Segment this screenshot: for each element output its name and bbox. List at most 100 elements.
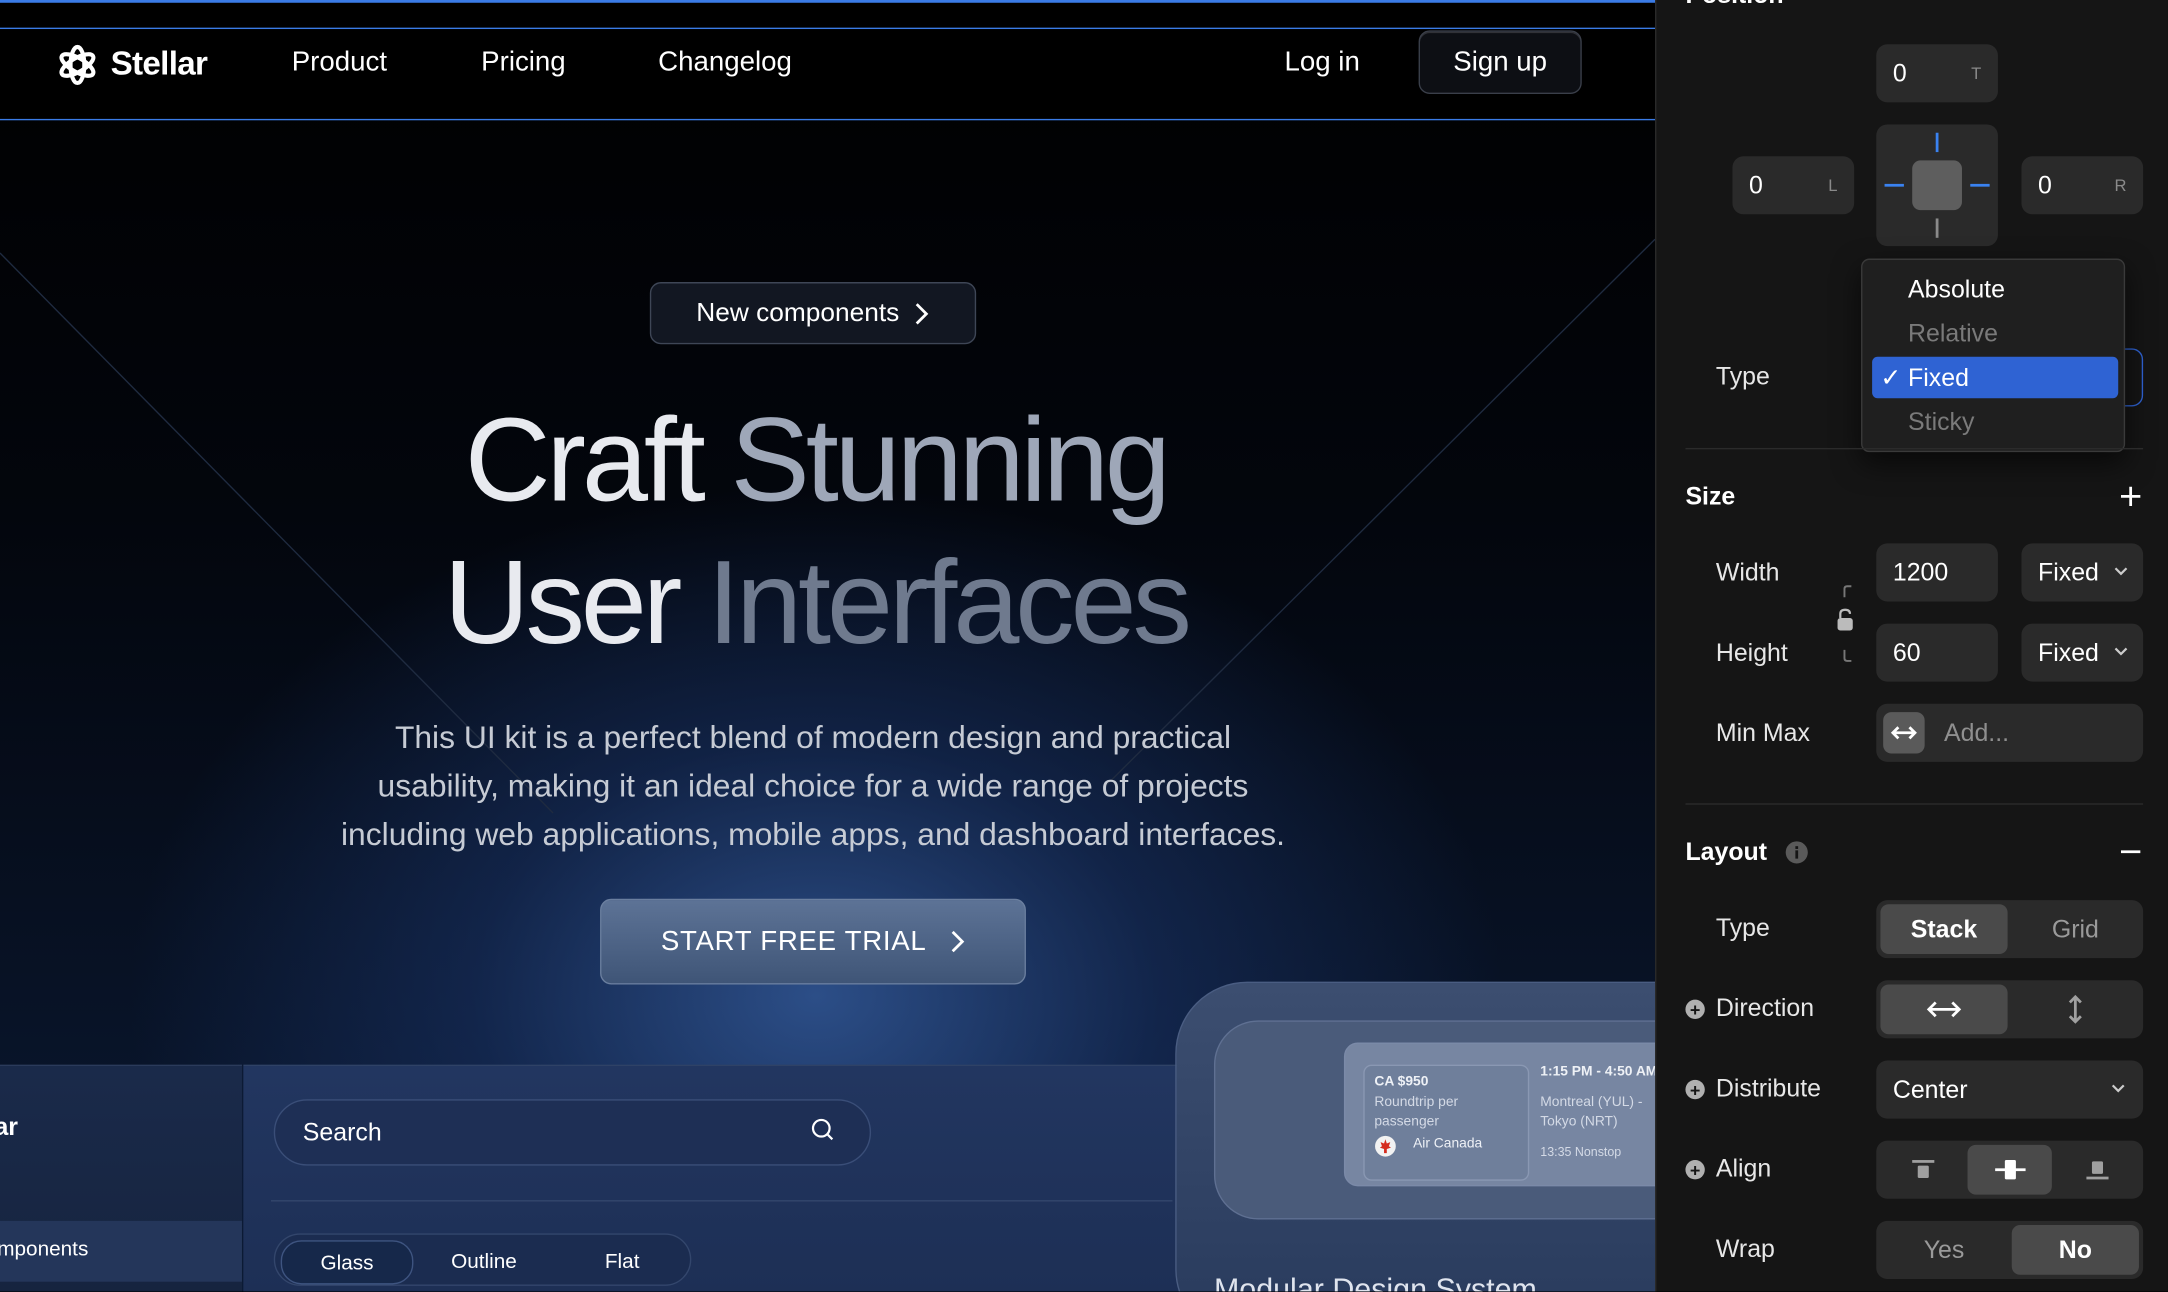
hero-word: Interfaces	[707, 536, 1192, 670]
style-option-outline[interactable]: Outline	[419, 1240, 549, 1281]
dropdown-option-fixed[interactable]: ✓ Fixed	[1872, 356, 2119, 399]
align-center[interactable]	[1967, 1144, 2052, 1195]
dropdown-option-sticky[interactable]: Sticky	[1872, 401, 2118, 442]
width-mode-select[interactable]: Fixed	[2021, 543, 2144, 602]
direction-toggle	[1876, 980, 2144, 1039]
preview-section-title: Modular Design System	[1213, 1272, 1537, 1292]
dropdown-option-relative[interactable]: Relative	[1872, 312, 2118, 353]
add-distribute-icon[interactable]: +	[1685, 1079, 1705, 1100]
wrap-toggle: Yes No	[1876, 1220, 2144, 1279]
minmax-input[interactable]: Add...	[1876, 703, 2144, 762]
ticket-type: passenger	[1374, 1114, 1439, 1130]
top-navbar: Stellar Product Pricing Changelog Log in…	[0, 27, 1656, 121]
height-mode-select[interactable]: Fixed	[2021, 623, 2144, 682]
minmax-toggle[interactable]	[1883, 712, 1925, 754]
style-option-flat[interactable]: Flat	[557, 1240, 687, 1281]
logo[interactable]: Stellar	[55, 43, 208, 87]
hero-subtitle: This UI kit is a perfect blend of modern…	[260, 713, 1366, 858]
align-top[interactable]	[1880, 1145, 1964, 1195]
subtitle-line: This UI kit is a perfect blend of modern…	[394, 718, 1232, 755]
hero-title-line-2: User Interfaces	[0, 543, 1632, 662]
add-align-icon[interactable]: +	[1685, 1160, 1705, 1180]
chevron-down-icon	[2111, 1084, 2125, 1093]
toggle-label: Grid	[2051, 914, 2099, 943]
direction-horizontal[interactable]	[1880, 984, 2008, 1035]
signup-label: Sign up	[1453, 46, 1548, 77]
ticket-route: Montreal (YUL) -	[1540, 1095, 1643, 1111]
option-label: Fixed	[1908, 362, 1969, 391]
height-input[interactable]: 60	[1876, 623, 1998, 682]
wrap-no[interactable]: No	[2011, 1225, 2139, 1275]
constraint-box	[1912, 160, 1962, 211]
subtitle-line: including web applications, mobile apps,…	[340, 815, 1286, 852]
ticket-airline: Air Canada	[1413, 1136, 1483, 1152]
nav-link-changelog[interactable]: Changelog	[658, 47, 792, 79]
offset-right-input[interactable]: 0 R	[2021, 156, 2144, 215]
signup-button[interactable]: Sign up	[1418, 30, 1582, 95]
align-bottom[interactable]	[2055, 1145, 2139, 1195]
distribute-value: Center	[1892, 1075, 1968, 1103]
position-type-dropdown: Absolute Relative ✓ Fixed Sticky	[1861, 258, 2126, 453]
preview-sidebar-item-label: mponents	[0, 1237, 89, 1261]
chevron-down-icon	[2114, 647, 2128, 656]
login-link[interactable]: Log in	[1284, 47, 1359, 79]
option-label: Relative	[1908, 318, 1998, 347]
chevron-right-icon	[916, 302, 929, 324]
aspect-lock-icon[interactable]	[1833, 581, 1858, 667]
offset-top-value: 0	[1892, 58, 1907, 87]
maple-leaf-icon	[1375, 1135, 1396, 1157]
wrap-yes[interactable]: Yes	[1880, 1225, 2007, 1275]
distribute-label: Distribute	[1715, 1074, 1821, 1102]
chevron-down-icon	[2114, 567, 2128, 576]
distribute-select[interactable]: Center	[1876, 1060, 2144, 1119]
horizontal-resize-icon	[1890, 726, 1917, 740]
width-input[interactable]: 1200	[1876, 543, 1998, 602]
plus-icon[interactable]	[2120, 485, 2142, 507]
constraint-right-pin[interactable]	[1970, 183, 1990, 187]
hero-word: Craft	[464, 394, 706, 527]
layout-type-grid[interactable]: Grid	[2012, 904, 2139, 954]
new-components-badge[interactable]: New components	[649, 282, 977, 345]
constraint-top-pin[interactable]	[1935, 132, 1939, 153]
offset-right-tag: R	[2114, 175, 2127, 195]
info-icon[interactable]	[1785, 841, 1809, 865]
preview-divider	[270, 1200, 1173, 1202]
layout-type-stack[interactable]: Stack	[1880, 904, 2008, 955]
offset-right-value: 0	[2038, 170, 2052, 199]
vertical-arrow-icon	[2068, 994, 2082, 1024]
offset-left-input[interactable]: 0 L	[1732, 156, 1855, 215]
style-option-glass[interactable]: Glass	[280, 1240, 414, 1285]
direction-vertical[interactable]	[2012, 984, 2139, 1034]
constraint-bottom-pin[interactable]	[1935, 218, 1939, 238]
align-top-icon	[1911, 1160, 1934, 1179]
add-direction-icon[interactable]: +	[1685, 999, 1705, 1020]
ticket-route: Tokyo (NRT)	[1540, 1114, 1618, 1130]
width-label: Width	[1715, 558, 1780, 587]
preview-style-segmented: Glass Outline Flat	[273, 1233, 692, 1286]
preview-sidebar-selected-item[interactable]: mponents	[0, 1220, 242, 1282]
style-option-label: Flat	[604, 1249, 640, 1273]
offset-top-tag: T	[1971, 63, 1982, 83]
ticket-type: Roundtrip per	[1374, 1095, 1459, 1111]
checkmark-icon: ✓	[1880, 362, 1902, 391]
offset-top-input[interactable]: 0 T	[1876, 44, 1998, 103]
dropdown-option-absolute[interactable]: Absolute	[1872, 268, 2118, 309]
nav-link-pricing[interactable]: Pricing	[481, 47, 566, 79]
brand-name: Stellar	[110, 45, 208, 83]
chevron-right-icon	[951, 930, 965, 953]
style-option-label: Glass	[320, 1250, 374, 1275]
wrap-label: Wrap	[1715, 1234, 1775, 1263]
nav-link-product[interactable]: Product	[292, 47, 387, 79]
align-label: Align	[1715, 1154, 1772, 1183]
start-free-trial-button[interactable]: START FREE TRIAL	[600, 898, 1026, 985]
offset-left-value: 0	[1749, 170, 1763, 199]
preview-sidebar-title: ar	[0, 1113, 18, 1141]
minus-icon[interactable]	[2120, 841, 2142, 863]
preview-search-input[interactable]: Search	[273, 1099, 872, 1166]
section-divider	[1685, 803, 2144, 805]
constraint-widget[interactable]	[1876, 124, 1998, 247]
align-center-icon	[1994, 1160, 2025, 1180]
constraint-left-pin[interactable]	[1884, 183, 1904, 187]
minmax-placeholder: Add...	[1944, 718, 2010, 746]
hero-title-line-1: Craft Stunning	[0, 401, 1632, 520]
